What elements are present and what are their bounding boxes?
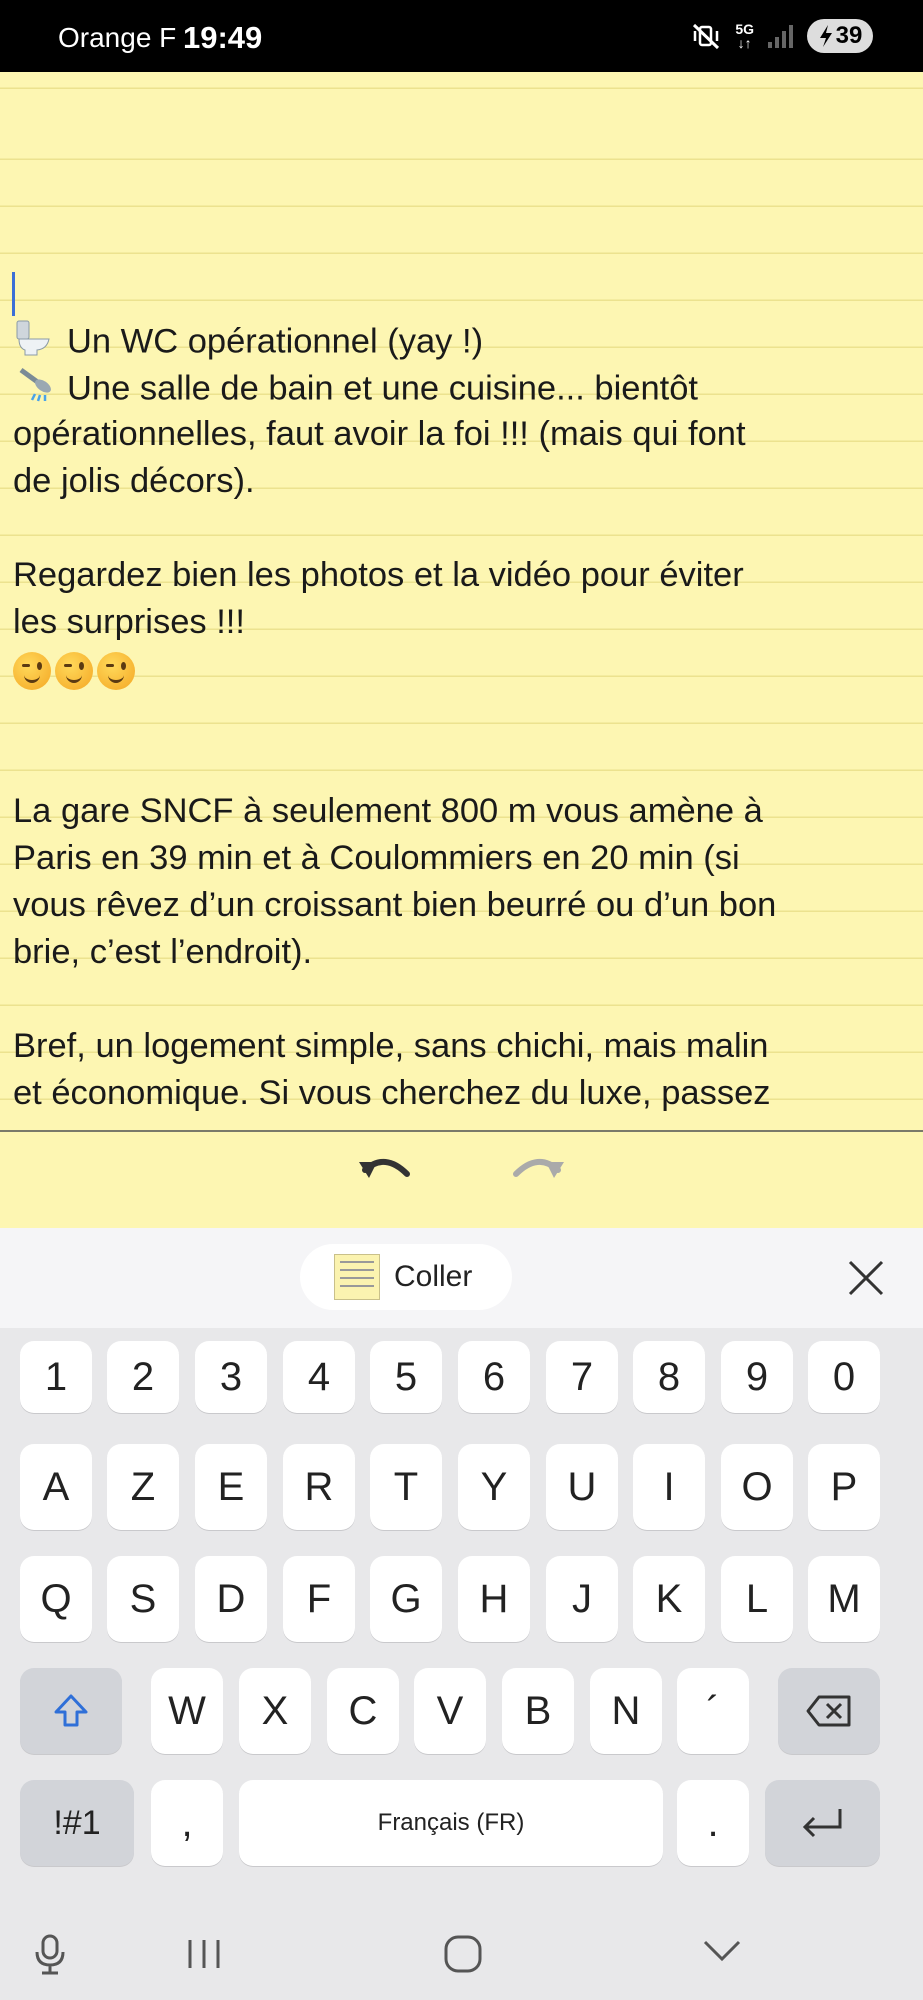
winking-face-emoji xyxy=(55,651,93,690)
note-line[interactable]: de jolis décors). xyxy=(13,458,913,505)
key-w[interactable]: W xyxy=(151,1668,223,1754)
enter-key[interactable] xyxy=(765,1780,880,1866)
paste-button[interactable]: Coller xyxy=(300,1244,512,1310)
key-5[interactable]: 5 xyxy=(370,1341,442,1413)
data-arrows-icon: ↓↑ xyxy=(737,35,752,51)
emoji-line[interactable] xyxy=(13,646,913,693)
note-line[interactable]: Bref, un logement simple, sans chichi, m… xyxy=(13,1023,913,1070)
shower-emoji xyxy=(13,364,53,417)
note-line[interactable]: opérationnelles, faut avoir la foi !!! (… xyxy=(13,411,913,458)
key-o[interactable]: O xyxy=(721,1444,793,1530)
key-acute[interactable]: ´ xyxy=(677,1668,749,1754)
hide-keyboard-icon[interactable] xyxy=(700,1936,744,1966)
carrier-label: Orange F xyxy=(58,22,177,53)
key-q[interactable]: Q xyxy=(20,1556,92,1642)
status-icons: 5G ↓↑ 39 xyxy=(691,18,873,54)
keyboard: Coller 1 2 3 4 5 6 7 8 9 0 A Z E R T Y U… xyxy=(0,1228,923,2000)
suggestion-bar: Coller xyxy=(0,1228,923,1328)
redo-icon[interactable] xyxy=(508,1150,568,1190)
note-line[interactable]: Paris en 39 min et à Coulommiers en 20 m… xyxy=(13,835,913,882)
key-p[interactable]: P xyxy=(808,1444,880,1530)
note-line[interactable]: et économique. Si vous cherchez du luxe,… xyxy=(13,1070,913,1117)
key-c[interactable]: C xyxy=(327,1668,399,1754)
key-e[interactable]: E xyxy=(195,1444,267,1530)
key-9[interactable]: 9 xyxy=(721,1341,793,1413)
microphone-icon[interactable] xyxy=(30,1932,70,1976)
network-type: 5G ↓↑ xyxy=(735,21,754,51)
key-0[interactable]: 0 xyxy=(808,1341,880,1413)
comma-key[interactable]: , xyxy=(151,1780,223,1866)
key-4[interactable]: 4 xyxy=(283,1341,355,1413)
key-f[interactable]: F xyxy=(283,1556,355,1642)
key-d[interactable]: D xyxy=(195,1556,267,1642)
period-key[interactable]: . xyxy=(677,1780,749,1866)
note-line[interactable]: La gare SNCF à seulement 800 m vous amèn… xyxy=(13,788,913,835)
paste-label: Coller xyxy=(394,1260,473,1293)
status-bar: Orange F 19:49 5G ↓↑ 39 xyxy=(0,0,923,72)
mute-vibrate-icon xyxy=(693,23,720,50)
battery-indicator: 39 xyxy=(807,19,873,53)
key-x[interactable]: X xyxy=(239,1668,311,1754)
key-y[interactable]: Y xyxy=(458,1444,530,1530)
backspace-key[interactable] xyxy=(778,1668,880,1754)
note-line[interactable]: les surprises !!! xyxy=(13,599,913,646)
key-2[interactable]: 2 xyxy=(107,1341,179,1413)
key-a[interactable]: A xyxy=(20,1444,92,1530)
clock: 19:49 xyxy=(183,20,263,55)
key-k[interactable]: K xyxy=(633,1556,705,1642)
undo-icon[interactable] xyxy=(355,1150,415,1190)
navigation-bar xyxy=(0,1900,923,2000)
battery-level: 39 xyxy=(835,22,863,49)
key-s[interactable]: S xyxy=(107,1556,179,1642)
key-7[interactable]: 7 xyxy=(546,1341,618,1413)
key-l[interactable]: L xyxy=(721,1556,793,1642)
close-icon[interactable] xyxy=(846,1258,886,1298)
key-t[interactable]: T xyxy=(370,1444,442,1530)
backspace-icon xyxy=(806,1695,851,1727)
key-6[interactable]: 6 xyxy=(458,1341,530,1413)
note-line[interactable]: brie, c’est l’endroit). xyxy=(13,929,913,976)
enter-icon xyxy=(802,1809,841,1838)
key-n[interactable]: N xyxy=(590,1668,662,1754)
key-h[interactable]: H xyxy=(458,1556,530,1642)
home-icon[interactable] xyxy=(441,1932,485,1976)
key-g[interactable]: G xyxy=(370,1556,442,1642)
note-line[interactable]: Une salle de bain et une cuisine... bien… xyxy=(13,364,913,417)
toilet-emoji xyxy=(13,317,53,370)
clipboard-thumbnail xyxy=(334,1254,380,1300)
key-8[interactable]: 8 xyxy=(633,1341,705,1413)
note-line[interactable]: Regardez bien les photos et la vidéo pou… xyxy=(13,552,913,599)
note-editor[interactable]: Un WC opérationnel (yay !) Une salle de … xyxy=(0,72,923,1130)
note-line[interactable]: Un WC opérationnel (yay !) xyxy=(13,317,913,370)
key-1[interactable]: 1 xyxy=(20,1341,92,1413)
key-j[interactable]: J xyxy=(546,1556,618,1642)
shift-icon xyxy=(54,1694,88,1727)
text-cursor xyxy=(12,272,15,316)
winking-face-emoji xyxy=(13,651,51,690)
key-r[interactable]: R xyxy=(283,1444,355,1530)
edit-toolbar xyxy=(0,1132,923,1228)
key-u[interactable]: U xyxy=(546,1444,618,1530)
key-b[interactable]: B xyxy=(502,1668,574,1754)
signal-icon xyxy=(768,24,793,48)
key-3[interactable]: 3 xyxy=(195,1341,267,1413)
recent-apps-icon[interactable] xyxy=(182,1934,226,1974)
symbols-key[interactable]: !#1 xyxy=(20,1780,134,1866)
key-z[interactable]: Z xyxy=(107,1444,179,1530)
note-line[interactable]: vous rêvez d’un croissant bien beurré ou… xyxy=(13,882,913,929)
key-i[interactable]: I xyxy=(633,1444,705,1530)
battery-charging-icon xyxy=(819,25,832,47)
winking-face-emoji xyxy=(97,651,135,690)
key-m[interactable]: M xyxy=(808,1556,880,1642)
shift-key[interactable] xyxy=(20,1668,122,1754)
key-v[interactable]: V xyxy=(414,1668,486,1754)
space-bar[interactable]: Français (FR) xyxy=(239,1780,663,1866)
